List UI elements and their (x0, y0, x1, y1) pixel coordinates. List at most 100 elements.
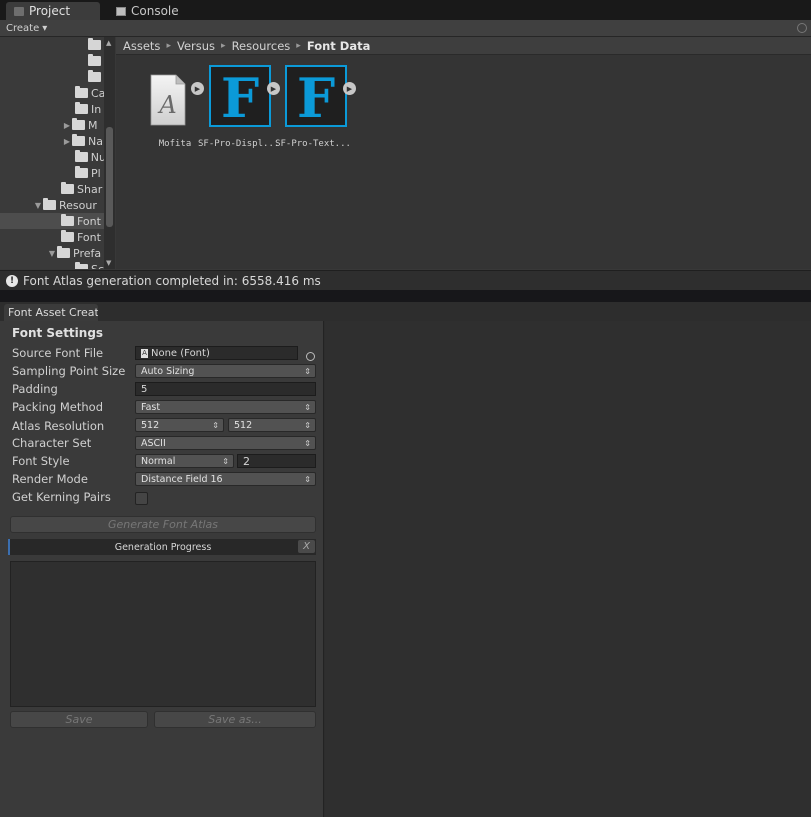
folder-icon (75, 166, 88, 178)
packing-method-value: Fast (141, 401, 161, 413)
tab-project[interactable]: Project (6, 2, 100, 20)
render-mode-dropdown[interactable]: Distance Field 16 ⇕ (135, 472, 316, 486)
tree-row-1[interactable] (0, 53, 106, 69)
character-set-label: Character Set (12, 436, 92, 450)
tree-row-label: In (91, 102, 102, 116)
breadcrumb-item-assets[interactable]: Assets (123, 39, 160, 53)
progress-close-button[interactable]: X (298, 540, 315, 553)
expand-asset-icon[interactable]: ▶ (191, 82, 204, 95)
get-kerning-pairs-label: Get Kerning Pairs (12, 490, 111, 504)
section-title: Font Settings (12, 326, 104, 340)
expand-arrow-icon[interactable]: ▶ (62, 121, 72, 130)
save-as-button[interactable]: Save as... (154, 711, 316, 728)
output-log-area[interactable] (10, 561, 316, 707)
generate-font-atlas-button[interactable]: Generate Font Atlas (10, 516, 316, 533)
status-message: Font Atlas generation completed in: 6558… (23, 273, 321, 288)
tree-scrollbar[interactable]: ▲ ▼ (104, 37, 115, 269)
sampling-point-size-dropdown[interactable]: Auto Sizing ⇕ (135, 364, 316, 378)
tree-row-0[interactable] (0, 37, 106, 53)
atlas-width-dropdown[interactable]: 512 ⇕ (135, 418, 224, 432)
font-asset-icon: F (285, 65, 347, 127)
tree-row-3[interactable]: Ca (0, 85, 106, 101)
character-set-dropdown[interactable]: ASCII ⇕ (135, 436, 316, 450)
sampling-point-size-value: Auto Sizing (141, 365, 195, 377)
get-kerning-pairs-checkbox[interactable] (135, 492, 148, 505)
packing-method-label: Packing Method (12, 400, 104, 414)
atlas-preview-panel (325, 321, 811, 817)
tree-row-14[interactable]: Sc (0, 261, 106, 269)
tree-row-4[interactable]: In (0, 101, 106, 117)
collapse-arrow-icon[interactable]: ▼ (47, 249, 57, 258)
create-button[interactable]: Create ▾ (6, 22, 47, 35)
render-mode-label: Render Mode (12, 472, 88, 486)
font-file-icon: A (150, 74, 186, 126)
console-tab-icon (116, 6, 126, 16)
folder-icon (88, 38, 101, 50)
tree-row-7[interactable]: Nu (0, 149, 106, 165)
breadcrumb-separator-icon: ▸ (166, 40, 171, 51)
create-button-label: Create (6, 23, 40, 34)
folder-icon (61, 182, 74, 194)
breadcrumb: Assets ▸ Versus ▸ Resources ▸ Font Data (116, 37, 811, 55)
dropdown-arrow-icon: ⇕ (304, 475, 311, 484)
asset-label: SF-Pro-Text... (275, 139, 351, 149)
atlas-height-dropdown[interactable]: 512 ⇕ (228, 418, 316, 432)
status-bar[interactable]: ! Font Atlas generation completed in: 65… (0, 270, 811, 290)
font-settings-panel: Font Settings Source Font File A None (F… (0, 321, 324, 817)
tree-row-5[interactable]: ▶ M (0, 117, 106, 133)
tree-row-12[interactable]: Font (0, 229, 106, 245)
font-style-label: Font Style (12, 454, 70, 468)
svg-text:F: F (297, 66, 335, 127)
atlas-height-value: 512 (234, 419, 253, 431)
folder-icon (75, 262, 88, 269)
atlas-resolution-label: Atlas Resolution (12, 419, 105, 433)
source-font-file-label: Source Font File (12, 346, 104, 360)
breadcrumb-separator-icon: ▸ (221, 40, 226, 51)
search-icon[interactable] (797, 23, 807, 33)
tree-row-8[interactable]: Pl (0, 165, 106, 181)
tree-row-6[interactable]: ▶ Na (0, 133, 106, 149)
font-asset-icon: F (209, 65, 271, 127)
collapse-arrow-icon[interactable]: ▼ (33, 201, 43, 210)
breadcrumb-item-font-data[interactable]: Font Data (307, 39, 371, 53)
tree-row-label: M (88, 118, 98, 132)
scroll-down-icon[interactable]: ▼ (106, 259, 111, 267)
breadcrumb-item-resources[interactable]: Resources (232, 39, 291, 53)
tab-bar: Project Console (0, 0, 811, 20)
dropdown-arrow-icon: ⇕ (304, 421, 311, 430)
scroll-up-icon[interactable]: ▲ (106, 39, 111, 47)
project-tab-icon (14, 6, 24, 16)
tree-row-11[interactable]: Font (0, 213, 106, 229)
folder-icon (61, 230, 74, 242)
font-style-modifier-input[interactable]: 2 (237, 454, 316, 468)
breadcrumb-item-versus[interactable]: Versus (177, 39, 215, 53)
font-style-dropdown[interactable]: Normal ⇕ (135, 454, 234, 468)
dropdown-arrow-icon: ⇕ (222, 457, 229, 466)
dropdown-arrow-icon: ⇕ (304, 403, 311, 412)
expand-asset-icon[interactable]: ▶ (343, 82, 356, 95)
info-icon: ! (6, 274, 18, 287)
tree-row-label: Shar (77, 182, 103, 196)
tree-scroll-thumb[interactable] (106, 127, 113, 227)
tree-row-9[interactable]: Shar (0, 181, 106, 197)
folder-icon (57, 246, 70, 258)
tree-row-13[interactable]: ▼ Prefa (0, 245, 106, 261)
render-mode-value: Distance Field 16 (141, 473, 223, 485)
source-font-file-value: None (Font) (151, 347, 210, 359)
save-button[interactable]: Save (10, 711, 148, 728)
expand-asset-icon[interactable]: ▶ (267, 82, 280, 95)
tree-row-10[interactable]: ▼ Resour (0, 197, 106, 213)
tree-row-2[interactable] (0, 69, 106, 85)
padding-input[interactable]: 5 (135, 382, 316, 396)
source-font-file-field[interactable]: A None (Font) (135, 346, 298, 360)
expand-arrow-icon[interactable]: ▶ (62, 137, 72, 146)
font-style-value: Normal (141, 455, 176, 467)
object-picker-icon[interactable] (306, 352, 315, 361)
packing-method-dropdown[interactable]: Fast ⇕ (135, 400, 316, 414)
svg-text:A: A (157, 91, 176, 119)
project-toolbar: Create ▾ (0, 20, 811, 37)
svg-text:F: F (221, 66, 259, 127)
tab-font-asset-creator[interactable]: Font Asset Creat (4, 304, 98, 321)
tab-console[interactable]: Console (108, 2, 198, 20)
sampling-point-size-label: Sampling Point Size (12, 364, 126, 378)
